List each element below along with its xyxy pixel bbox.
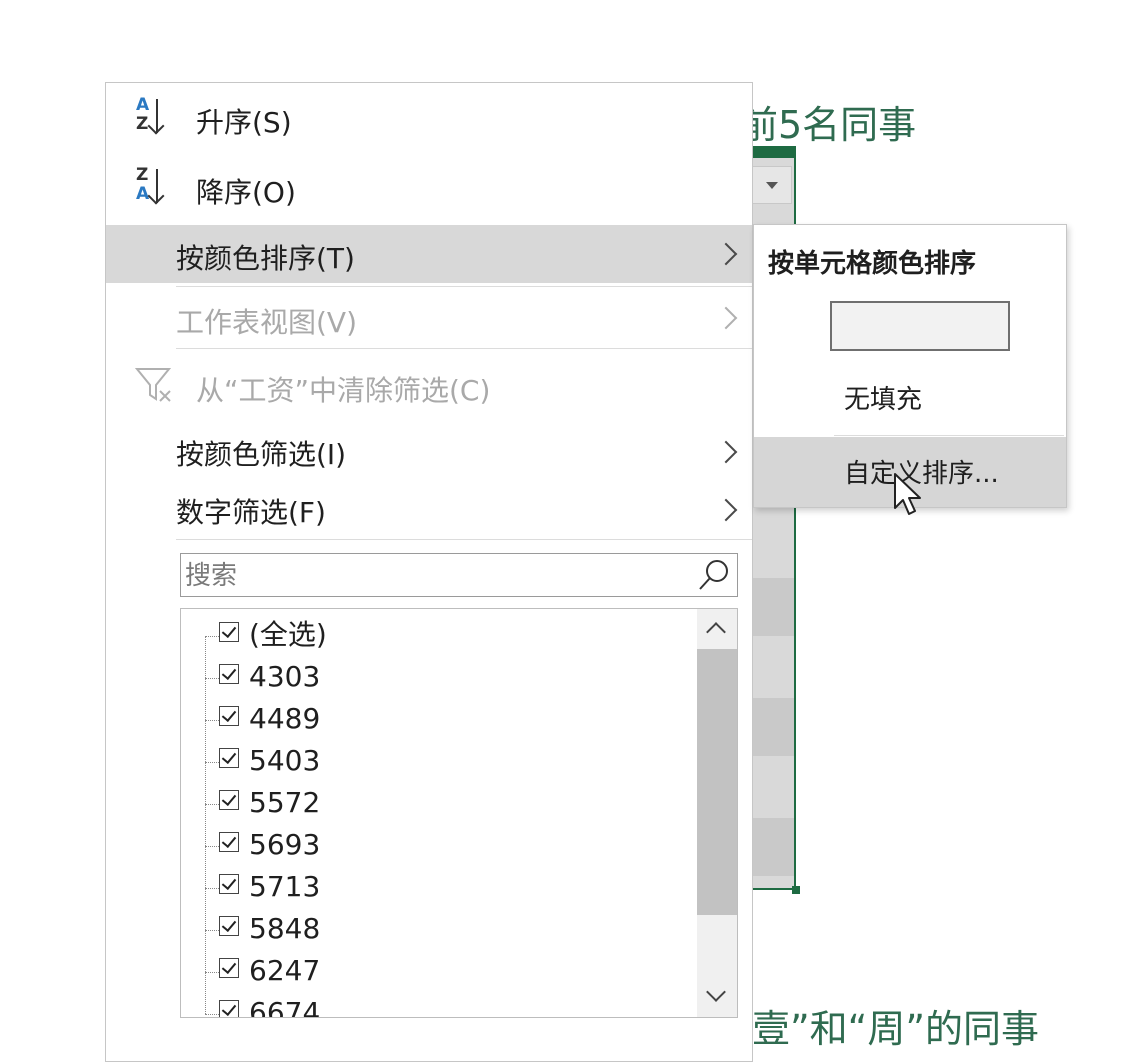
sort-descending-icon: ZA	[134, 165, 180, 209]
cell-shade	[748, 818, 794, 876]
filter-dropdown-button[interactable]	[752, 166, 792, 204]
cell-shade	[748, 578, 794, 636]
list-item[interactable]: 5693	[181, 804, 691, 867]
sheet-heading-bottom: 壹”和“周”的同事	[752, 1007, 1040, 1051]
no-fill-label[interactable]: 无填充	[844, 379, 922, 416]
menu-separator	[176, 286, 752, 287]
menu-separator	[176, 348, 752, 349]
list-item[interactable]: 5403	[181, 720, 691, 783]
list-item[interactable]: 6247	[181, 930, 691, 993]
checkbox[interactable]	[219, 622, 239, 642]
clear-filter-label: 从“工资”中清除筛选(C)	[196, 374, 491, 407]
list-item[interactable]: 4489	[181, 678, 691, 741]
list-item[interactable]: 4303	[181, 636, 691, 699]
menu-item-sort-ascending[interactable]: AZ 升序(S)	[106, 83, 752, 153]
fill-handle[interactable]	[792, 886, 800, 894]
list-item[interactable]: 5572	[181, 762, 691, 825]
sort-ascending-label: 升序(S)	[196, 106, 292, 139]
menu-item-sort-by-color[interactable]: 按颜色排序(T)	[106, 225, 752, 283]
checkbox[interactable]	[219, 706, 239, 726]
checkbox[interactable]	[219, 790, 239, 810]
checkbox[interactable]	[219, 958, 239, 978]
chevron-right-icon	[714, 498, 738, 522]
scroll-down-icon[interactable]	[706, 982, 726, 1002]
filter-by-color-label: 按颜色筛选(I)	[176, 438, 347, 471]
menu-item-sort-descending[interactable]: ZA 降序(O)	[106, 153, 752, 223]
chevron-right-icon	[714, 440, 738, 464]
chevron-right-icon	[714, 306, 738, 330]
checkbox[interactable]	[219, 874, 239, 894]
menu-separator	[176, 539, 752, 540]
submenu-title: 按单元格颜色排序	[768, 249, 977, 279]
search-box	[180, 553, 738, 597]
number-filter-label: 数字筛选(F)	[176, 496, 326, 529]
filter-menu: AZ 升序(S) ZA 降序(O) 按颜色排序(T) 工作表视图(V) 从“工资…	[105, 82, 753, 1062]
list-item[interactable]: 5848	[181, 888, 691, 951]
cell-shade	[748, 698, 794, 756]
chevron-right-icon	[714, 242, 738, 266]
menu-item-clear-filter: 从“工资”中清除筛选(C)	[106, 351, 752, 421]
menu-item-number-filter[interactable]: 数字筛选(F)	[106, 481, 752, 539]
value-list: (全选) 4303 4489 5403 5572 5693 5713 5848 …	[180, 608, 738, 1018]
column-header-bar	[748, 148, 794, 158]
sort-ascending-icon: AZ	[134, 95, 180, 139]
search-input[interactable]	[183, 556, 687, 596]
list-item[interactable]: (全选)	[181, 615, 691, 657]
list-item[interactable]: 6674	[181, 972, 691, 1017]
cell-color-swatch[interactable]	[830, 301, 1010, 351]
checkbox[interactable]	[219, 832, 239, 852]
scrollbar-thumb[interactable]	[697, 649, 737, 915]
checkbox[interactable]	[219, 748, 239, 768]
sheet-heading-top: 前5名同事	[740, 103, 917, 147]
submenu-separator	[834, 435, 1064, 436]
sort-descending-label: 降序(O)	[196, 176, 296, 209]
sheet-view-label: 工作表视图(V)	[176, 306, 358, 339]
list-item[interactable]: 5713	[181, 846, 691, 909]
search-icon[interactable]	[697, 558, 731, 592]
menu-item-sheet-view: 工作表视图(V)	[106, 289, 752, 347]
sort-by-color-label: 按颜色排序(T)	[176, 242, 355, 275]
menu-item-filter-by-color[interactable]: 按颜色筛选(I)	[106, 423, 752, 481]
mouse-cursor-icon	[894, 473, 921, 515]
checkbox[interactable]	[219, 1000, 239, 1017]
list-scrollbar[interactable]	[697, 609, 737, 1017]
checkbox[interactable]	[219, 916, 239, 936]
clear-filter-icon	[134, 368, 172, 402]
sort-by-color-submenu: 按单元格颜色排序 无填充 自定义排序...	[753, 224, 1067, 508]
scroll-up-icon[interactable]	[706, 622, 726, 642]
checkbox[interactable]	[219, 664, 239, 684]
